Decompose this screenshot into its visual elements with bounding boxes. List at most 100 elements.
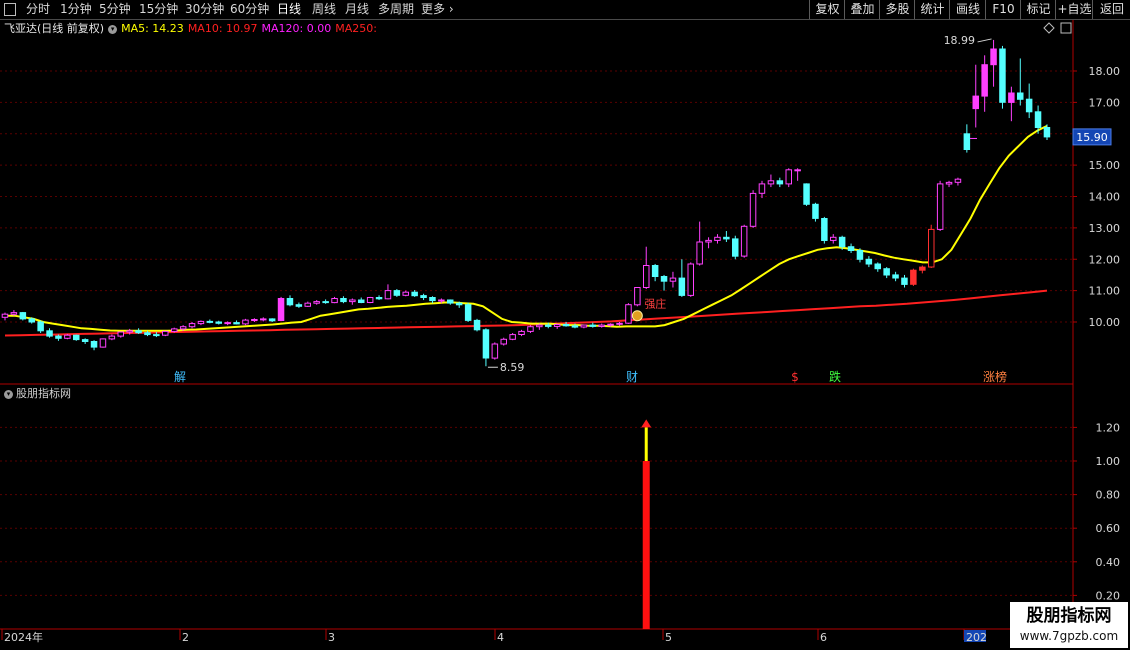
- candle-body: [972, 95, 979, 110]
- candle-body: [420, 295, 427, 299]
- candle-body: [1043, 127, 1051, 138]
- period-tab-10[interactable]: 更多 ›: [421, 1, 454, 18]
- candle: [366, 296, 374, 304]
- candle: [678, 259, 686, 297]
- candle: [260, 317, 267, 322]
- candle-body: [268, 318, 276, 322]
- toolbar-button-1[interactable]: 叠加: [844, 0, 880, 19]
- candle-body: [919, 266, 926, 271]
- candle-body: [553, 324, 561, 327]
- price-tick-label: 10.00: [1089, 316, 1121, 329]
- toolbar-button-7[interactable]: +自选: [1055, 0, 1093, 19]
- candle-body: [749, 192, 757, 227]
- candle: [981, 55, 988, 112]
- candle: [500, 337, 507, 346]
- period-tab-7[interactable]: 周线: [312, 1, 336, 18]
- indicator-tick-label: 1.20: [1096, 421, 1121, 434]
- candle: [349, 298, 356, 305]
- candle: [393, 289, 401, 297]
- candle-body: [981, 64, 988, 97]
- indicator-toggle-icon[interactable]: ▾: [4, 389, 13, 399]
- indicator-tick-label: 0.80: [1096, 489, 1121, 502]
- candle: [358, 297, 365, 304]
- candle: [954, 177, 962, 186]
- period-tab-5[interactable]: 60分钟: [230, 1, 269, 18]
- candle-body: [910, 269, 917, 285]
- candle-body: [856, 250, 864, 260]
- candle: [687, 262, 694, 297]
- candle: [464, 302, 472, 322]
- candle-body: [865, 258, 873, 265]
- candle: [669, 271, 677, 288]
- candle: [162, 330, 169, 337]
- candle: [206, 319, 214, 324]
- candle-body: [64, 334, 71, 339]
- current-price-label: 15.90: [1076, 131, 1108, 144]
- kline-chart[interactable]: 18.99 8.59 解 财 $ 跌 涨榜 强庄 18.00 17.00 15.00 14.00 13…: [0, 20, 1130, 650]
- event-label-4: 涨榜: [983, 369, 1007, 384]
- candle: [81, 338, 89, 344]
- candle: [473, 318, 481, 332]
- candle-body: [847, 246, 855, 251]
- candle-body: [464, 304, 472, 321]
- candle: [634, 287, 641, 307]
- toolbar-button-8[interactable]: 返回: [1092, 0, 1130, 19]
- period-tab-2[interactable]: 5分钟: [99, 1, 131, 18]
- candle: [402, 290, 409, 297]
- candle: [37, 320, 44, 333]
- toolbar-button-3[interactable]: 统计: [914, 0, 950, 19]
- candle-body: [545, 324, 552, 327]
- period-tab-3[interactable]: 15分钟: [139, 1, 178, 18]
- candle: [90, 340, 98, 351]
- candle: [928, 224, 935, 269]
- candle-body: [1034, 111, 1042, 129]
- candle: [874, 262, 881, 272]
- candle: [892, 271, 899, 282]
- candle-body: [723, 236, 730, 240]
- candle-body: [455, 302, 463, 306]
- toolbar-button-0[interactable]: 复权: [809, 0, 845, 19]
- candle-body: [402, 291, 409, 296]
- candle-body: [660, 276, 668, 282]
- chevron-right-icon: ›: [445, 2, 454, 16]
- candle: [1008, 86, 1015, 122]
- candle: [812, 202, 819, 222]
- period-tab-4[interactable]: 30分钟: [185, 1, 224, 18]
- candle: [803, 183, 810, 206]
- candle-body: [206, 320, 214, 323]
- toolbar-button-5[interactable]: F10: [985, 0, 1021, 19]
- candle-body: [518, 330, 525, 335]
- candle-body: [340, 298, 347, 303]
- period-tab-0[interactable]: 分时: [26, 1, 50, 18]
- candle: [651, 263, 659, 282]
- candle-body: [215, 321, 222, 324]
- candle: [19, 311, 27, 321]
- period-tab-1[interactable]: 1分钟: [60, 1, 92, 18]
- toolbar-button-2[interactable]: 多股: [879, 0, 915, 19]
- candle: [313, 300, 320, 305]
- toolbar-button-4[interactable]: 画线: [949, 0, 986, 19]
- candle-body: [162, 330, 169, 336]
- candle: [188, 322, 196, 329]
- candle-body: [375, 297, 383, 300]
- candle-body: [473, 319, 481, 331]
- period-tab-6[interactable]: 日线: [277, 1, 301, 18]
- price-tick-label: 14.00: [1089, 191, 1121, 204]
- menu-toggle-icon[interactable]: [4, 3, 16, 16]
- candle: [972, 64, 979, 128]
- time-tick-label: 4: [497, 631, 504, 644]
- candle-body: [491, 343, 499, 359]
- candle-body: [536, 324, 543, 328]
- candle-body: [171, 328, 178, 332]
- candle: [1017, 58, 1024, 106]
- period-tab-8[interactable]: 月线: [345, 1, 369, 18]
- candle-body: [589, 324, 596, 327]
- candle-body: [411, 291, 418, 297]
- candle: [55, 334, 62, 341]
- candle: [233, 320, 240, 325]
- watermark: 股朋指标网 www.7gpzb.com: [1010, 602, 1128, 648]
- candle: [767, 174, 775, 188]
- toolbar-button-6[interactable]: 标记: [1020, 0, 1056, 19]
- period-tab-9[interactable]: 多周期: [378, 1, 414, 18]
- legend-toggle-icon[interactable]: ▾: [108, 24, 118, 34]
